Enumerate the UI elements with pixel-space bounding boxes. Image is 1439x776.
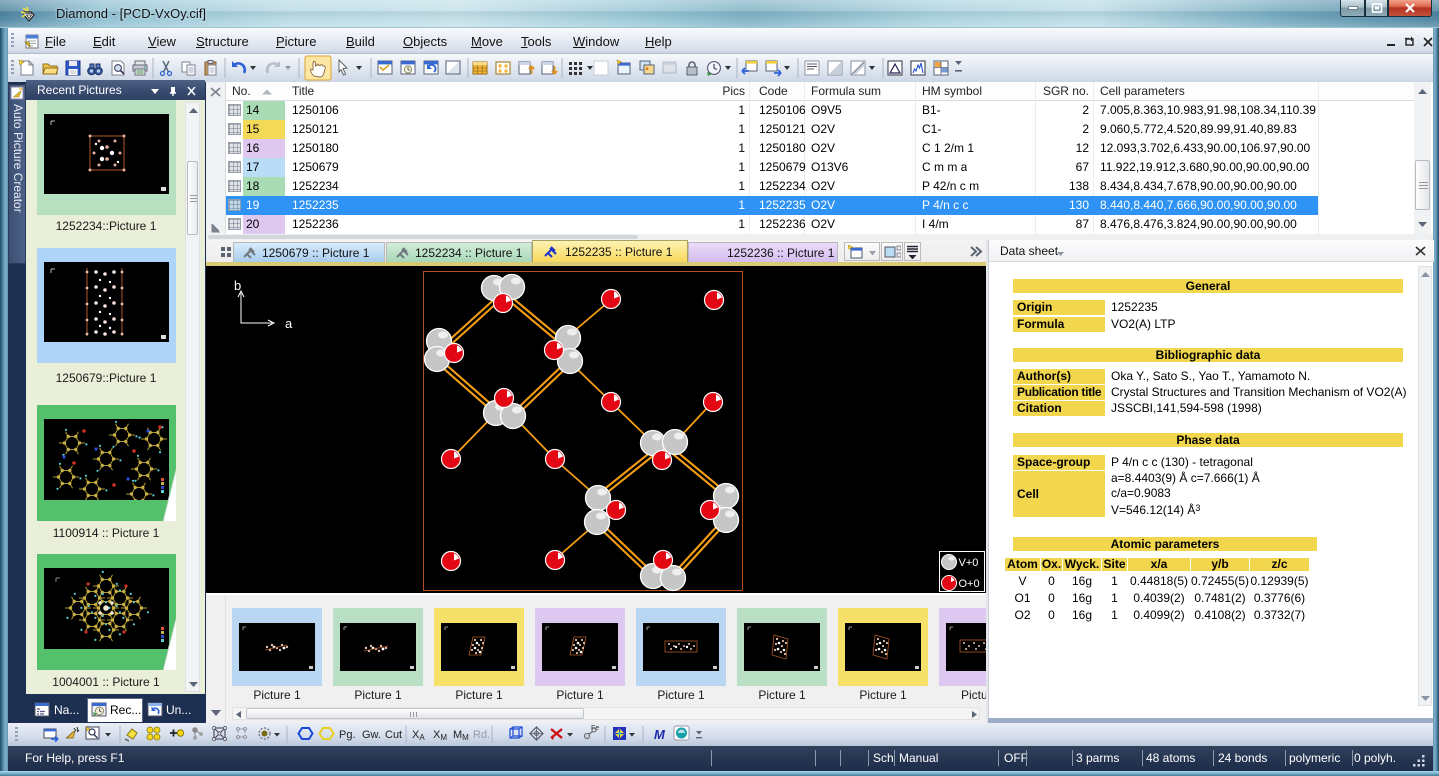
svg-text:a: a [285,316,293,331]
svg-text:V+0: V+0 [959,557,979,569]
svg-text:b: b [234,278,241,293]
svg-text:Pg.: Pg. [339,729,356,741]
svg-text:M: M [654,727,666,742]
svg-text:O+0: O+0 [959,578,980,590]
svg-text:Gw.: Gw. [362,729,381,741]
svg-text:Fe: Fe [591,725,599,732]
svg-text:Rd.: Rd. [473,729,490,741]
svg-text:XA: XA [412,729,425,742]
svg-text:MM: MM [453,729,469,742]
svg-text:XM: XM [433,729,447,742]
svg-text:Cut: Cut [385,729,402,741]
